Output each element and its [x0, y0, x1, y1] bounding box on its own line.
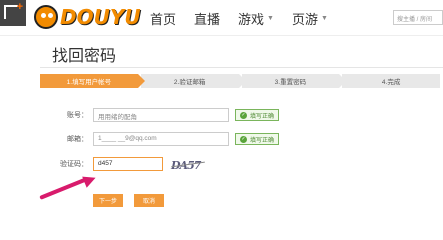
account-field[interactable]: 用用绪的配角: [93, 108, 229, 122]
captcha-image[interactable]: DA57: [171, 156, 205, 172]
nav-item-label: 直播: [194, 12, 221, 27]
check-icon: ✓: [240, 111, 247, 119]
nav-item-label: 游戏: [238, 12, 265, 27]
account-status-badge: ✓ 填写正确: [235, 109, 280, 121]
captcha-label: 验证码：: [60, 161, 88, 168]
status-text: 填写正确: [250, 137, 275, 144]
annotation-arrow-head: [82, 172, 98, 188]
annotation-arrow-line: [39, 176, 89, 200]
nav-item-label: 页游: [291, 12, 318, 27]
email-status-badge: ✓ 填写正确: [235, 133, 280, 145]
nav-item-home[interactable]: 首页: [150, 9, 176, 28]
email-field[interactable]: 1____ __9@qq.com: [93, 132, 229, 146]
nav-item-label: 首页: [150, 12, 177, 27]
douyu-logo[interactable]: DOUYU: [34, 2, 141, 32]
email-label: 邮箱：: [67, 136, 88, 143]
screenshot-corner-icon: +: [0, 0, 26, 26]
logo-text: DOUYU: [60, 5, 141, 29]
chevron-down-icon: ▼: [321, 15, 328, 22]
captcha-field[interactable]: d457: [93, 157, 163, 171]
nav-item-games[interactable]: 游戏 ▼: [238, 9, 274, 28]
nav-item-webgames[interactable]: 页游 ▼: [292, 9, 328, 28]
cancel-button[interactable]: 取消: [134, 194, 164, 207]
step-label: 4.完成: [381, 79, 401, 86]
step-fill-account: 1.填写用户帐号: [40, 74, 145, 88]
next-step-button[interactable]: 下一步: [93, 194, 123, 207]
top-header: + DOUYU 首页 直播 游戏 ▼ 页游 ▼ 搜主播 / 房间: [0, 0, 443, 36]
step-verify-email: 2.验证邮箱: [140, 74, 246, 88]
check-icon: ✓: [240, 135, 247, 143]
step-label: 1.填写用户帐号: [66, 79, 112, 86]
plus-icon: +: [16, 1, 23, 13]
title-divider: [40, 67, 443, 68]
mascot-icon: [34, 5, 58, 29]
page-title: 找回密码: [52, 48, 117, 65]
nav-item-live[interactable]: 直播: [194, 9, 220, 28]
progress-steps: 1.填写用户帐号 2.验证邮箱 3.重置密码 4.完成: [40, 74, 443, 88]
captcha-row: 验证码： d457 DA57: [40, 156, 205, 172]
step-label: 3.重置密码: [274, 79, 307, 86]
account-row: 账号： 用用绪的配角 ✓ 填写正确: [40, 108, 280, 122]
account-label: 账号：: [67, 112, 88, 119]
status-text: 填写正确: [250, 113, 275, 120]
email-row: 邮箱： 1____ __9@qq.com ✓ 填写正确: [40, 132, 280, 146]
chevron-down-icon: ▼: [267, 15, 274, 22]
step-reset-password: 3.重置密码: [241, 74, 346, 88]
step-complete: 4.完成: [342, 74, 440, 88]
search-input[interactable]: 搜主播 / 房间: [393, 10, 443, 25]
step-label: 2.验证邮箱: [173, 79, 206, 86]
main-nav: 首页 直播 游戏 ▼ 页游 ▼: [150, 9, 346, 28]
